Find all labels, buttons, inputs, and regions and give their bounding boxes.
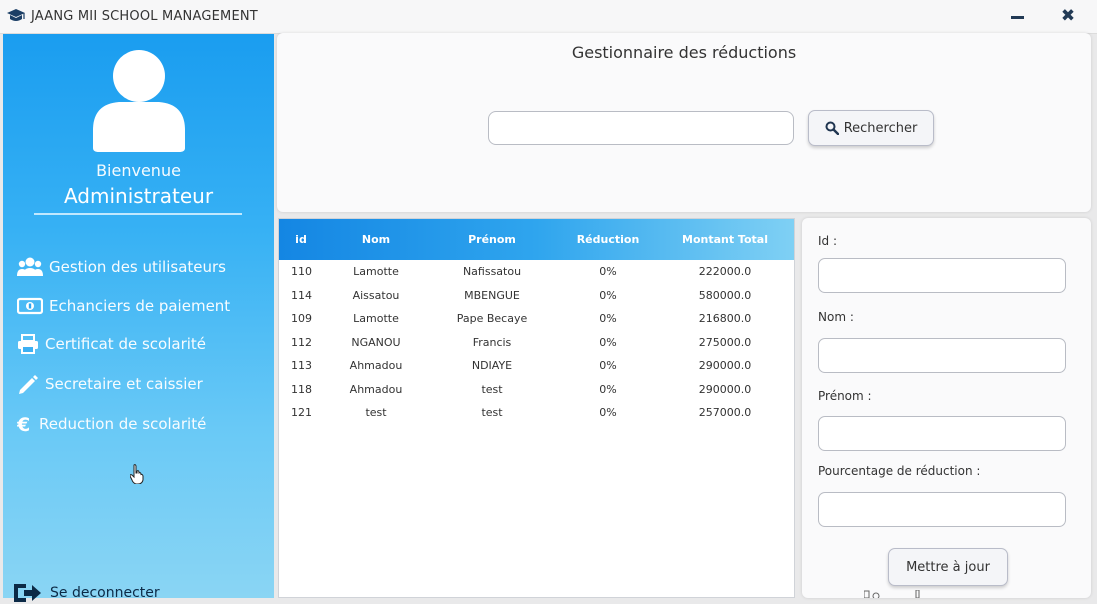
cell-nom: Aissatou [352, 288, 400, 302]
cell-prenom: Pape Becaye [456, 312, 528, 326]
cell-id: 112 [291, 335, 312, 349]
cell-nom: NGANOU [351, 335, 401, 349]
search-icon [825, 121, 839, 135]
update-button-label: Mettre à jour [906, 559, 990, 575]
euro-icon: € [17, 414, 30, 434]
cell-reduction: 0% [599, 288, 617, 302]
partial-element-icon [864, 590, 920, 598]
cell-nom: test [365, 406, 387, 420]
cell-prenom: test [481, 406, 503, 420]
cell-prenom: Nafissatou [462, 265, 522, 279]
cell-montant-total: 216800.0 [698, 312, 752, 326]
search-panel: Gestionnaire des réductions Rechercher [277, 33, 1091, 212]
cell-reduction: 0% [599, 382, 617, 396]
cell-prenom: test [481, 382, 503, 396]
cell-prenom: Francis [472, 335, 512, 349]
minimize-icon[interactable] [1008, 6, 1028, 26]
prenom-field[interactable] [818, 416, 1066, 451]
nom-label: Nom : [818, 310, 854, 324]
reduction-percentage-label: Pourcentage de réduction : [818, 464, 981, 478]
close-icon[interactable]: ✖ [1057, 5, 1079, 27]
cell-id: 109 [291, 312, 312, 326]
cell-montant-total: 290000.0 [698, 382, 752, 396]
cell-montant-total: 275000.0 [698, 335, 752, 349]
cell-nom: Lamotte [353, 265, 399, 279]
edit-form-panel: Id : Nom : Prénom : Pourcentage de réduc… [802, 218, 1091, 598]
money-icon [17, 297, 43, 315]
search-button[interactable]: Rechercher [808, 110, 934, 146]
cell-montant-total: 580000.0 [698, 288, 752, 302]
cell-reduction: 0% [599, 312, 617, 326]
cell-id: 113 [291, 359, 312, 373]
sidebar-item-certificate[interactable]: Certificat de scolarité [17, 331, 206, 357]
cell-id: 110 [291, 265, 312, 279]
sidebar: Bienvenue Administrateur Gestion des uti… [3, 34, 274, 602]
table-row[interactable]: 121 test test 0% 257000.0 [279, 401, 794, 425]
cell-reduction: 0% [599, 359, 617, 373]
nom-field[interactable] [818, 338, 1066, 373]
role-text: Administrateur [63, 184, 214, 208]
sidebar-item-secretary[interactable]: Secretaire et caissier [17, 371, 203, 397]
graduation-cap-icon [7, 9, 25, 21]
cell-reduction: 0% [599, 335, 617, 349]
table-row[interactable]: 110 Lamotte Nafissatou 0% 222000.0 [279, 260, 794, 284]
table-row[interactable]: 118 Ahmadou test 0% 290000.0 [279, 378, 794, 402]
sidebar-item-label: Certificat de scolarité [45, 335, 207, 353]
table-row[interactable]: 109 Lamotte Pape Becaye 0% 216800.0 [279, 307, 794, 331]
sidebar-item-label: Secretaire et caissier [45, 375, 203, 393]
logout-label: Se deconnecter [50, 585, 160, 601]
column-header-reduction[interactable]: Réduction [555, 233, 661, 246]
logout-button[interactable]: Se deconnecter [12, 582, 160, 604]
cell-id: 114 [291, 288, 312, 302]
column-header-id[interactable]: id [279, 233, 323, 246]
sidebar-item-label: Gestion des utilisateurs [49, 258, 226, 276]
cell-montant-total: 290000.0 [698, 359, 752, 373]
cell-id: 121 [291, 406, 312, 420]
sidebar-item-payments[interactable]: Echanciers de paiement [17, 293, 230, 319]
cell-reduction: 0% [599, 265, 617, 279]
cell-reduction: 0% [599, 406, 617, 420]
pencil-icon [19, 375, 38, 394]
table-header: id Nom Prénom Réduction Montant Total [279, 219, 794, 260]
column-header-nom[interactable]: Nom [323, 233, 429, 246]
cell-nom: Lamotte [353, 312, 399, 326]
hand-cursor-icon [130, 464, 144, 484]
search-button-label: Rechercher [843, 120, 918, 136]
sidebar-item-label: Echanciers de paiement [49, 297, 231, 315]
printer-icon [18, 334, 38, 354]
column-header-prenom[interactable]: Prénom [429, 233, 555, 246]
cell-montant-total: 257000.0 [698, 406, 752, 420]
sidebar-item-label: Reduction de scolarité [39, 415, 207, 433]
svg-text:€: € [17, 414, 30, 434]
cell-montant-total: 222000.0 [698, 265, 752, 279]
welcome-text: Bienvenue [96, 161, 181, 180]
sidebar-item-users[interactable]: Gestion des utilisateurs [17, 254, 226, 280]
reduction-percentage-field[interactable] [818, 492, 1066, 527]
cell-id: 118 [291, 382, 312, 396]
table-row[interactable]: 113 Ahmadou NDIAYE 0% 290000.0 [279, 354, 794, 378]
cell-prenom: NDIAYE [471, 359, 513, 373]
column-header-montant-total[interactable]: Montant Total [661, 233, 789, 246]
id-label: Id : [818, 234, 838, 248]
user-avatar-icon [93, 50, 185, 152]
cell-nom: Ahmadou [349, 359, 403, 373]
reductions-table: id Nom Prénom Réduction Montant Total 11… [278, 218, 795, 598]
logout-icon [14, 584, 41, 602]
cell-nom: Ahmadou [349, 382, 403, 396]
sidebar-item-reduction[interactable]: € Reduction de scolarité [17, 411, 206, 437]
prenom-label: Prénom : [818, 389, 872, 403]
page-title: Gestionnaire des réductions [571, 43, 797, 62]
users-icon [17, 257, 43, 276]
id-field[interactable] [818, 258, 1066, 293]
table-body: 110 Lamotte Nafissatou 0% 222000.0 114 A… [279, 260, 794, 425]
table-row[interactable]: 114 Aissatou MBENGUE 0% 580000.0 [279, 284, 794, 308]
app-title: JAANG MII SCHOOL MANAGEMENT [31, 9, 258, 24]
title-bar: JAANG MII SCHOOL MANAGEMENT ✖ [0, 0, 1097, 34]
update-button[interactable]: Mettre à jour [888, 548, 1008, 586]
cell-prenom: MBENGUE [464, 288, 520, 302]
table-row[interactable]: 112 NGANOU Francis 0% 275000.0 [279, 331, 794, 355]
search-input[interactable] [488, 111, 794, 145]
sidebar-divider [34, 213, 242, 215]
